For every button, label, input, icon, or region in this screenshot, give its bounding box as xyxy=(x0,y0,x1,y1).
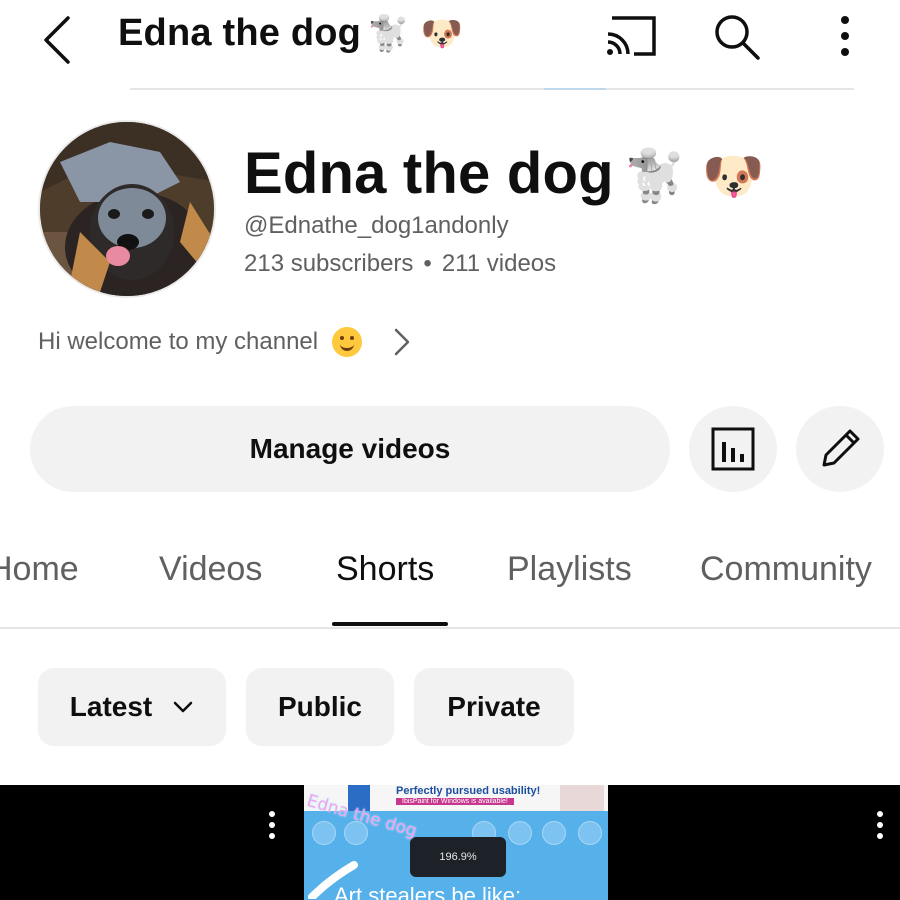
channel-handle: @Ednathe_dog1andonly xyxy=(244,212,509,239)
channel-about-text: Hi welcome to my channel xyxy=(38,328,319,355)
cast-icon xyxy=(607,16,656,56)
manage-videos-button[interactable]: Manage videos xyxy=(30,406,670,492)
shorts-grid: Perfectly pursued usability! IbisPaint f… xyxy=(0,785,900,900)
channel-stats: 213 subscribers • 211 videos xyxy=(244,250,556,278)
channel-tabs: Home Videos Shorts Playlists Community xyxy=(0,540,900,630)
short-thumbnail-3[interactable] xyxy=(610,785,900,900)
short-2-banner-subtext: IbisPaint for Windows is available! xyxy=(396,798,514,805)
subscriber-count: 213 subscribers xyxy=(244,250,414,277)
short-1-more-button[interactable] xyxy=(262,811,282,843)
top-title: Edna the dog 🐩 🐶 xyxy=(118,12,463,55)
channel-avatar[interactable] xyxy=(38,120,216,298)
stats-separator: • xyxy=(423,250,432,277)
back-arrow-icon xyxy=(44,16,70,64)
short-2-banner-character xyxy=(560,785,604,811)
short-3-more-button[interactable] xyxy=(870,811,890,843)
chevron-down-icon xyxy=(173,701,193,713)
channel-name: Edna the dog 🐩 🐶 xyxy=(244,140,765,207)
top-title-text: Edna the dog xyxy=(118,12,362,54)
sort-latest-label: Latest xyxy=(69,691,153,722)
undo-icon xyxy=(312,821,336,845)
short-thumbnail-2[interactable]: Perfectly pursued usability! IbisPaint f… xyxy=(304,785,608,900)
video-count: 211 videos xyxy=(441,250,557,277)
chevron-right-icon xyxy=(394,328,410,356)
short-thumbnail-1[interactable] xyxy=(0,785,302,900)
filter-private-label: Private xyxy=(447,691,541,722)
more-vertical-icon xyxy=(841,16,849,56)
top-title-emoji: 🐩 🐶 xyxy=(367,14,464,54)
tab-playlists[interactable]: Playlists xyxy=(507,550,632,589)
edit-channel-button[interactable] xyxy=(796,406,884,492)
manage-videos-label: Manage videos xyxy=(249,433,451,464)
tab-home[interactable]: Home xyxy=(0,550,79,589)
short-2-banner-headline: Perfectly pursued usability! xyxy=(396,785,541,797)
cast-button[interactable] xyxy=(600,10,662,62)
top-divider xyxy=(130,88,854,90)
analytics-button[interactable] xyxy=(689,406,777,492)
more-options-button[interactable] xyxy=(822,10,868,62)
channel-about-link[interactable]: Hi welcome to my channel xyxy=(38,320,414,364)
short-2-zoom-indicator: 196.9% xyxy=(410,837,506,877)
smiling-face-icon xyxy=(332,327,363,357)
hand-icon xyxy=(508,821,532,845)
filter-public-chip[interactable]: Public xyxy=(246,668,394,746)
dog-avatar-image xyxy=(40,122,214,296)
layers-icon xyxy=(578,821,602,845)
search-button[interactable] xyxy=(708,8,766,66)
sort-latest-chip[interactable]: Latest xyxy=(38,668,226,746)
tab-videos[interactable]: Videos xyxy=(159,550,262,589)
channel-name-text: Edna the dog xyxy=(244,141,614,206)
tab-community[interactable]: Community xyxy=(700,550,872,589)
tab-shorts[interactable]: Shorts xyxy=(336,550,434,589)
filter-public-label: Public xyxy=(277,691,362,722)
top-app-bar: Edna the dog 🐩 🐶 xyxy=(0,0,900,80)
short-2-caption: Art stealers be like: xyxy=(334,883,522,900)
search-icon xyxy=(715,15,760,60)
pencil-icon xyxy=(822,429,860,467)
analytics-icon xyxy=(711,427,755,471)
channel-name-emoji: 🐩 🐶 xyxy=(623,147,765,205)
brush-icon xyxy=(542,821,566,845)
active-tab-indicator xyxy=(332,622,448,626)
tabs-divider xyxy=(0,627,900,629)
filter-private-chip[interactable]: Private xyxy=(414,668,574,746)
back-button[interactable] xyxy=(30,8,86,64)
